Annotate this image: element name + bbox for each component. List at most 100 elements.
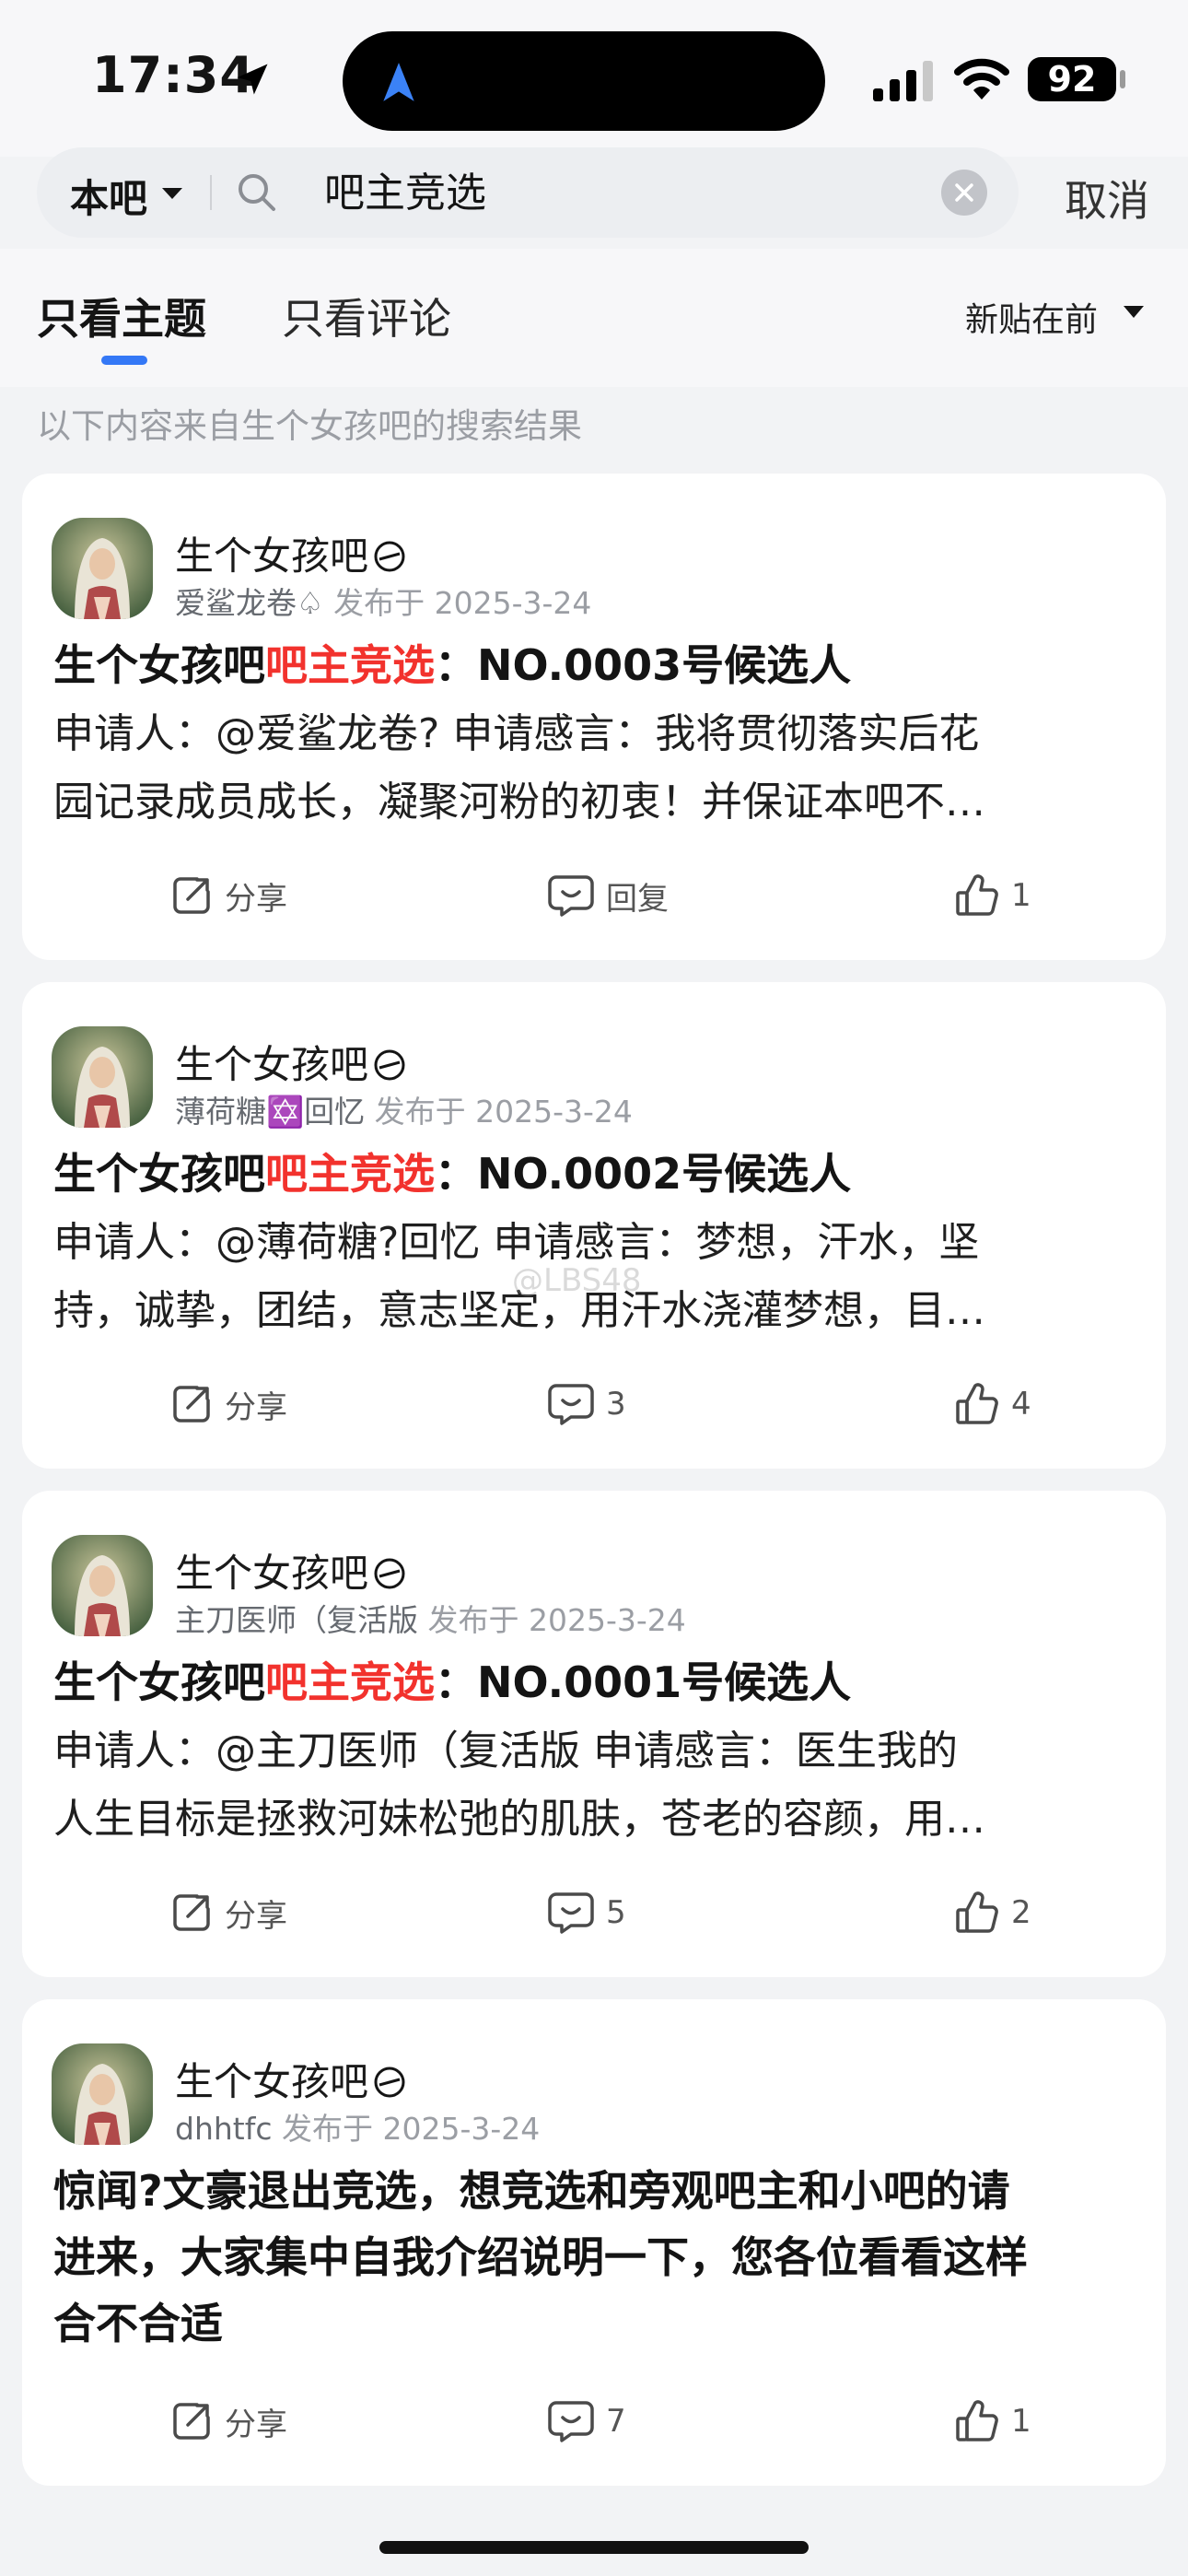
post-excerpt[interactable]: 申请人：@爱鲨龙卷? 申请感言：我将贯彻落实后花 园记录成员成长，凝聚河粉的初衷！…: [53, 700, 1144, 837]
cancel-button[interactable]: 取消: [1065, 168, 1149, 228]
divider: [210, 175, 212, 210]
sort-dropdown[interactable]: 新贴在前: [965, 293, 1098, 341]
battery-icon: 92: [1028, 57, 1116, 101]
like-icon: [956, 874, 998, 916]
post-title[interactable]: 生个女孩吧吧主竞选：NO.0002号候选人: [53, 1141, 1140, 1207]
post-excerpt[interactable]: 申请人：@主刀医师（复活版 申请感言：医生我的 人生目标是拯救河妹松弛的肌肤，苍老…: [53, 1717, 1144, 1854]
chevron-down-icon[interactable]: [1124, 306, 1144, 318]
location-arrow-icon: [237, 64, 268, 95]
forum-name-row[interactable]: 生个女孩吧: [175, 1034, 407, 1090]
forum-avatar[interactable]: [52, 518, 153, 619]
search-scope-selector[interactable]: 本吧: [70, 168, 147, 224]
author-name[interactable]: 主刀医师（复活版: [175, 1602, 418, 1638]
status-bar: 17:34 92: [0, 0, 1188, 157]
post-date: 发布于 2025-3-24: [281, 2111, 541, 2147]
post-title[interactable]: 生个女孩吧吧主竞选：NO.0001号候选人: [53, 1649, 1140, 1715]
like-button[interactable]: 1: [954, 2384, 1031, 2458]
like-button[interactable]: 1: [954, 859, 1031, 932]
clear-search-button[interactable]: [941, 170, 987, 216]
tab-comments-only[interactable]: 只看评论: [282, 286, 451, 346]
excerpt-line: 申请人：@爱鲨龙卷? 申请感言：我将贯彻落实后花: [53, 710, 980, 757]
reply-button[interactable]: 5: [547, 1876, 626, 1950]
status-time: 17:34: [92, 46, 255, 104]
title-suffix: ：NO.0002号候选人: [435, 1149, 852, 1199]
forum-name: 生个女孩吧: [175, 533, 369, 579]
post-card[interactable]: 生个女孩吧 爱鲨龙卷♤ 发布于 2025-3-24 生个女孩吧吧主竞选：NO.000…: [22, 474, 1166, 960]
title-prefix: 生个女孩吧: [53, 1149, 265, 1199]
title-line: 进来，大家集中自我介绍说明一下，您各位看看这样: [53, 2232, 1028, 2282]
forum-name: 生个女孩吧: [175, 1551, 369, 1596]
like-button[interactable]: 4: [954, 1367, 1031, 1441]
title-suffix: ：NO.0001号候选人: [435, 1657, 852, 1707]
like-icon: [956, 2400, 998, 2441]
post-actions: 分享 3 4: [22, 1367, 1166, 1441]
forum-name-row[interactable]: 生个女孩吧: [175, 1542, 407, 1598]
share-label: 分享: [225, 2406, 287, 2443]
share-label: 分享: [225, 1388, 287, 1426]
forum-avatar[interactable]: [52, 1535, 153, 1636]
verified-badge-icon: [374, 2067, 405, 2098]
reply-count: 回复: [606, 880, 669, 918]
share-button[interactable]: 分享: [169, 859, 287, 932]
author-name[interactable]: 薄荷糖✡️回忆: [175, 1094, 365, 1130]
post-actions: 分享 7 1: [22, 2384, 1166, 2458]
post-title[interactable]: 惊闻?文豪退出竞选，想竞选和旁观吧主和小吧的请 进来，大家集中自我介绍说明一下，您…: [53, 2158, 1140, 2357]
search-result-note: 以下内容来自生个女孩吧的搜索结果: [37, 406, 582, 446]
post-card[interactable]: 生个女孩吧 主刀医师（复活版 发布于 2025-3-24 生个女孩吧吧主竞选：NO.…: [22, 1491, 1166, 1977]
post-actions: 分享 5 2: [22, 1876, 1166, 1950]
home-indicator: [379, 2541, 809, 2554]
excerpt-line: 申请人：@主刀医师（复活版 申请感言：医生我的: [53, 1727, 958, 1774]
like-icon: [956, 1383, 998, 1424]
share-icon: [173, 877, 210, 914]
share-button[interactable]: 分享: [169, 2384, 287, 2458]
title-highlight: 吧主竞选: [265, 640, 435, 690]
author-name[interactable]: 爱鲨龙卷♤: [175, 585, 324, 621]
share-icon: [173, 2403, 210, 2440]
battery-tip: [1120, 70, 1125, 88]
author-name[interactable]: dhhtfc: [175, 2111, 272, 2147]
wifi-icon: [954, 58, 1009, 100]
post-meta: 爱鲨龙卷♤ 发布于 2025-3-24: [175, 579, 591, 623]
chevron-down-icon[interactable]: [162, 188, 182, 199]
filter-tabs: 只看主题 只看评论 新贴在前: [0, 249, 1188, 387]
like-count: 1: [1011, 877, 1031, 914]
tab-topics-only[interactable]: 只看主题: [37, 286, 206, 346]
title-prefix: 生个女孩吧: [53, 1657, 265, 1707]
forum-name-row[interactable]: 生个女孩吧: [175, 2051, 407, 2107]
reply-button[interactable]: 回复: [547, 859, 669, 932]
post-date: 发布于 2025-3-24: [374, 1094, 633, 1130]
watermark: @LBS48: [512, 1262, 642, 1299]
comment-icon: [548, 1892, 594, 1934]
post-meta: dhhtfc 发布于 2025-3-24: [175, 2104, 540, 2149]
like-count: 2: [1011, 1894, 1031, 1931]
forum-name: 生个女孩吧: [175, 2059, 369, 2104]
share-button[interactable]: 分享: [169, 1876, 287, 1950]
navigation-arrow-icon: [383, 63, 414, 101]
share-icon: [173, 1894, 210, 1931]
forum-name-row[interactable]: 生个女孩吧: [175, 525, 407, 581]
post-card[interactable]: 生个女孩吧 薄荷糖✡️回忆 发布于 2025-3-24 生个女孩吧吧主竞选：NO.0…: [22, 982, 1166, 1469]
active-tab-indicator: [101, 356, 147, 365]
reply-count: 5: [606, 1894, 626, 1931]
title-prefix: 生个女孩吧: [53, 640, 265, 690]
like-button[interactable]: 2: [954, 1876, 1031, 1950]
like-count: 1: [1011, 2403, 1031, 2440]
reply-button[interactable]: 7: [547, 2384, 626, 2458]
excerpt-line: 人生目标是拯救河妹松弛的肌肤，苍老的容颜，用…: [53, 1796, 985, 1843]
excerpt-line: 园记录成员成长，凝聚河粉的初衷！并保证本吧不…: [53, 779, 985, 825]
comment-icon: [548, 875, 594, 917]
reply-count: 3: [606, 1386, 626, 1423]
post-date: 发布于 2025-3-24: [333, 585, 592, 621]
reply-button[interactable]: 3: [547, 1367, 626, 1441]
search-bar: 本吧: [37, 147, 1019, 238]
post-card[interactable]: 生个女孩吧 dhhtfc 发布于 2025-3-24 惊闻?文豪退出竞选，想竞选和旁…: [22, 1999, 1166, 2486]
verified-badge-icon: [374, 541, 405, 572]
title-highlight: 吧主竞选: [265, 1657, 435, 1707]
forum-name: 生个女孩吧: [175, 1042, 369, 1087]
forum-avatar[interactable]: [52, 2043, 153, 2145]
share-button[interactable]: 分享: [169, 1367, 287, 1441]
forum-avatar[interactable]: [52, 1026, 153, 1128]
post-title[interactable]: 生个女孩吧吧主竞选：NO.0003号候选人: [53, 632, 1140, 698]
close-icon: [955, 183, 973, 202]
search-input[interactable]: [322, 164, 879, 213]
